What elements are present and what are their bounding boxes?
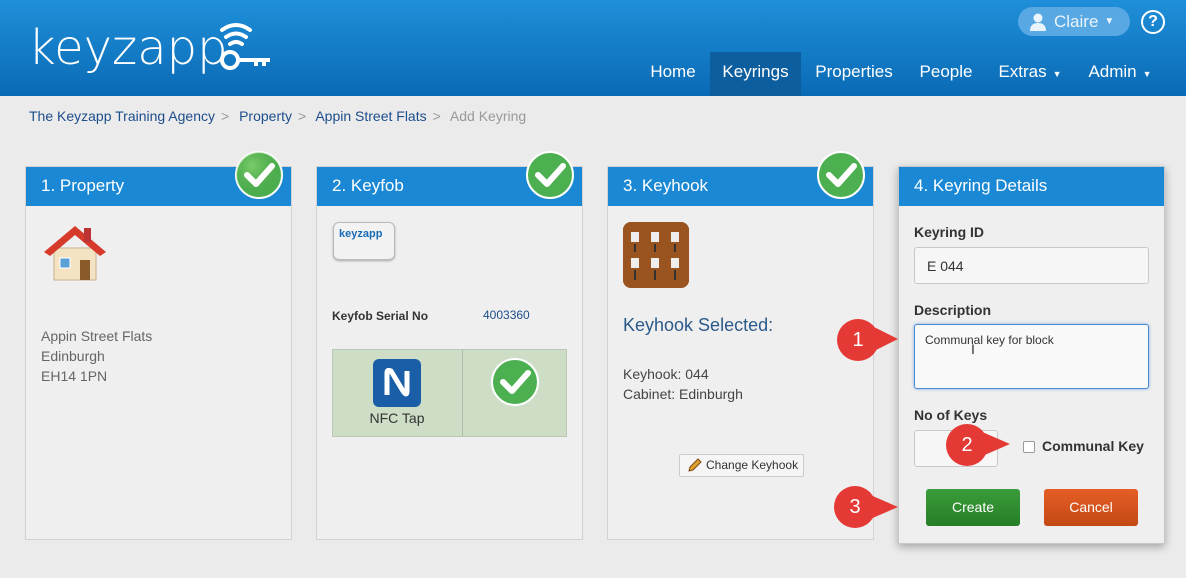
main-nav: Home Keyrings Properties People Extras ▼ …	[0, 52, 1186, 96]
check-icon	[235, 151, 283, 199]
callout-2: 2	[944, 423, 1010, 467]
description-field[interactable]: Communal key for block I	[914, 324, 1149, 389]
nav-keyrings[interactable]: Keyrings	[710, 52, 801, 96]
house-icon	[44, 226, 106, 281]
breadcrumb: The Keyzapp Training Agency > Property > A…	[29, 108, 527, 124]
create-button[interactable]: Create	[926, 489, 1020, 526]
keyring-details-panel: 4. Keyring Details Keyring ID E 044 Desc…	[898, 166, 1165, 544]
nav-properties[interactable]: Properties	[803, 52, 905, 96]
breadcrumb-agency[interactable]: The Keyzapp Training Agency	[29, 108, 215, 124]
nav-people[interactable]: People	[907, 52, 985, 96]
description-label: Description	[914, 302, 992, 318]
breadcrumb-property[interactable]: Property	[239, 108, 292, 124]
check-icon	[491, 358, 539, 406]
user-menu[interactable]: Claire ▼	[1018, 7, 1130, 36]
no-of-keys-label: No of Keys	[914, 407, 988, 423]
keyhook-panel: 3. Keyhook Keyhook Selected: Keyhook: 04…	[607, 166, 874, 540]
text-cursor-icon: I	[971, 341, 975, 357]
communal-key-label[interactable]: Communal Key	[1042, 438, 1144, 454]
keyhook-image	[623, 222, 689, 288]
keyring-id-label: Keyring ID	[914, 224, 985, 240]
keyfob-serial-value: 4003360	[483, 308, 530, 322]
chevron-down-icon: ▼	[1104, 16, 1115, 27]
check-icon	[526, 151, 574, 199]
keyfob-image: keyzapp	[333, 222, 395, 260]
keyhook-selected-heading: Keyhook Selected:	[623, 315, 774, 335]
property-panel: 1. Property Appin Street Flats Edinburgh…	[25, 166, 292, 540]
user-icon	[1030, 13, 1046, 31]
keyring-id-field[interactable]: E 044	[914, 247, 1149, 284]
nfc-icon	[373, 359, 421, 407]
caret-down-icon: ▼	[1142, 69, 1152, 79]
nav-extras[interactable]: Extras ▼	[987, 52, 1073, 96]
keyfob-serial-label: Keyfob Serial No	[332, 309, 429, 323]
callout-3: 3	[832, 486, 898, 530]
help-button[interactable]: ?	[1141, 10, 1165, 34]
app-header: keyzapp Claire ▼ ? Home Keyrings Propert…	[0, 0, 1186, 96]
check-icon	[817, 151, 865, 199]
callout-1: 1	[836, 318, 898, 362]
panel-title: 4. Keyring Details	[899, 167, 1164, 206]
communal-key-checkbox[interactable]	[1023, 441, 1035, 453]
keyfob-panel: 2. Keyfob keyzapp Keyfob Serial No 40033…	[316, 166, 583, 540]
cancel-button[interactable]: Cancel	[1044, 489, 1138, 526]
nfc-label: NFC Tap	[369, 410, 425, 426]
change-keyhook-button[interactable]: Change Keyhook	[679, 454, 804, 477]
nav-admin[interactable]: Admin ▼	[1075, 52, 1165, 96]
user-name: Claire	[1054, 11, 1099, 31]
pencil-icon	[688, 458, 702, 472]
nfc-box: NFC Tap	[332, 349, 567, 437]
nav-home[interactable]: Home	[638, 52, 708, 96]
breadcrumb-current: Add Keyring	[449, 108, 527, 124]
keyhook-info: Keyhook: 044 Cabinet: Edinburgh	[623, 366, 743, 402]
breadcrumb-flats[interactable]: Appin Street Flats	[315, 108, 426, 124]
property-address: Appin Street Flats Edinburgh EH14 1PN	[41, 328, 153, 384]
caret-down-icon: ▼	[1052, 69, 1062, 79]
